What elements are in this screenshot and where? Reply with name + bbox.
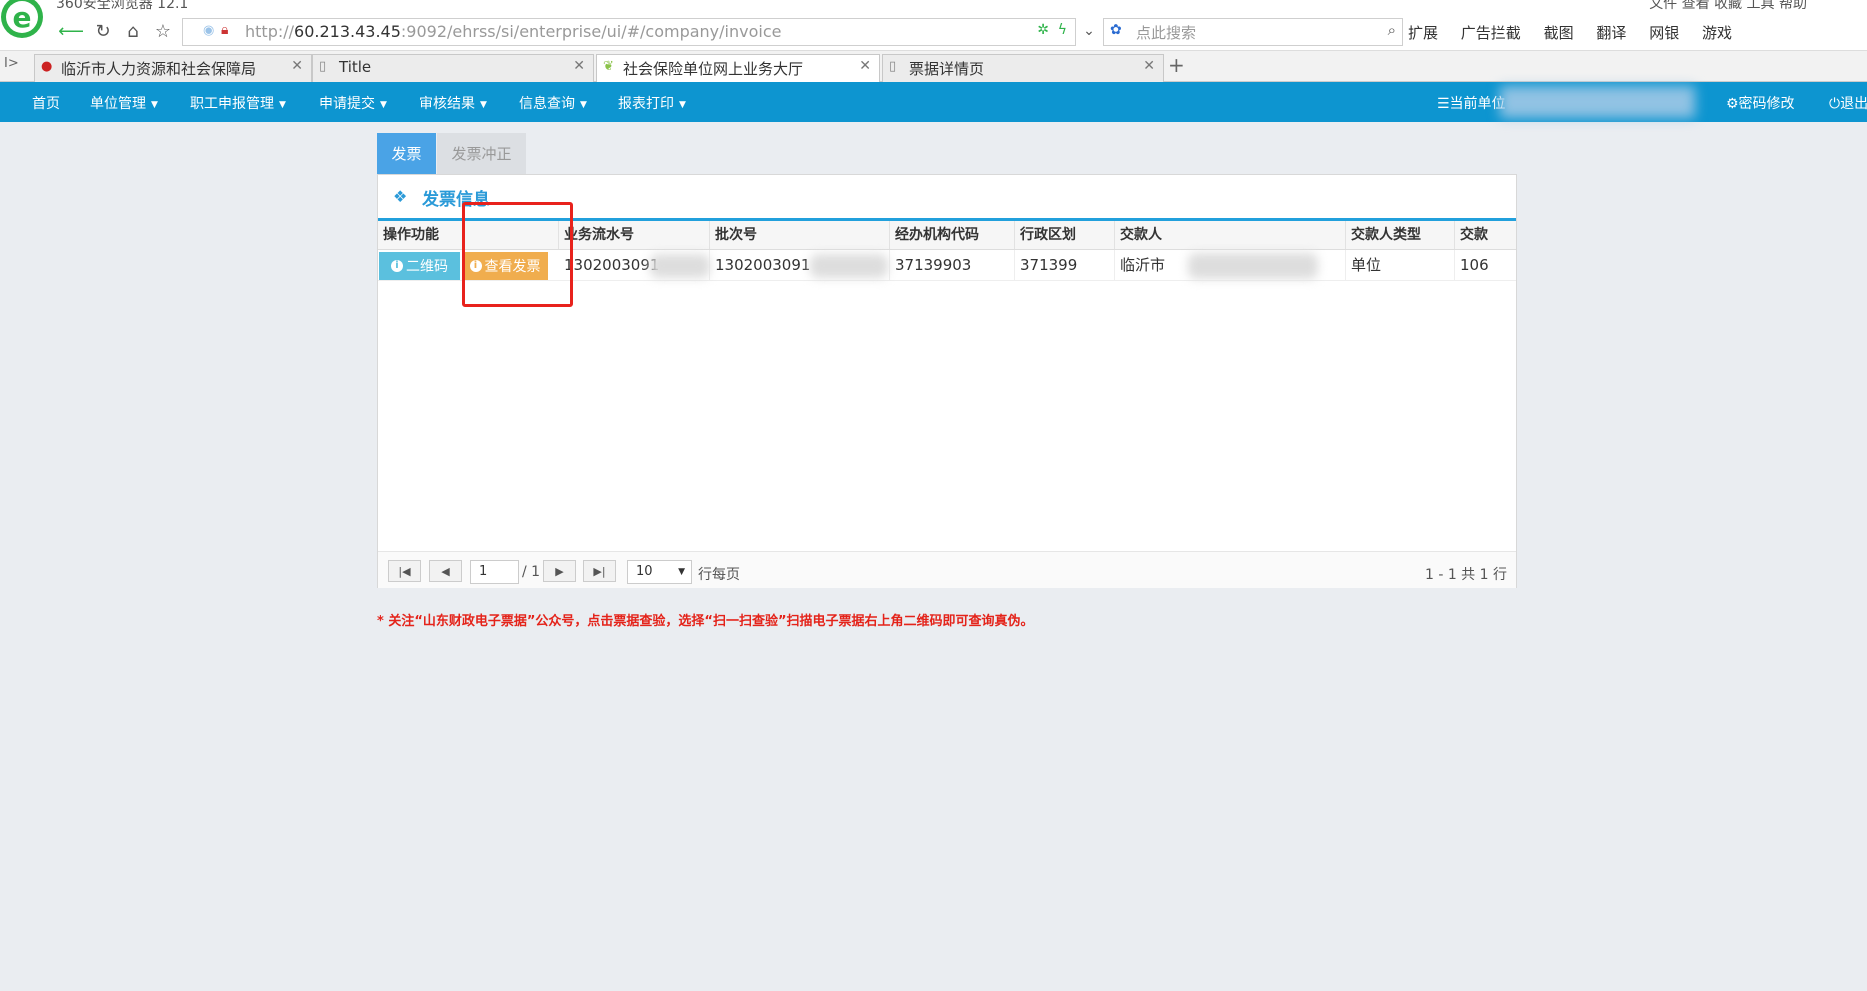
notice-text: * 关注“山东财政电子票据”公众号，点击票据查验，选择“扫一扫查验”扫描电子票据… xyxy=(377,614,1034,629)
browser-tab[interactable]: ▯ Title ✕ xyxy=(312,54,594,82)
nav-report-print[interactable]: 报表打印 ▼ xyxy=(618,93,686,113)
extension-item[interactable]: 扩展 xyxy=(1408,24,1438,42)
browser-tab[interactable]: ● 临沂市人力资源和社会保障局 ✕ xyxy=(34,54,312,82)
extension-item[interactable]: 翻译 xyxy=(1596,24,1626,42)
browser-tab-strip: I> ● 临沂市人力资源和社会保障局 ✕ ▯ Title ✕ ❦ 社会保险单位网… xyxy=(0,51,1867,83)
redacted-unit-name xyxy=(1500,86,1695,118)
caret-down-icon: ▼ xyxy=(151,100,158,110)
column-header[interactable]: 行政区划 xyxy=(1015,221,1115,249)
redacted-serial xyxy=(650,254,710,278)
search-icon[interactable]: ⌕ xyxy=(1388,21,1396,39)
column-header[interactable]: 经办机构代码 xyxy=(890,221,1015,249)
nav-info-query[interactable]: 信息查询 ▼ xyxy=(519,93,587,113)
close-tab-icon[interactable]: ✕ xyxy=(1143,58,1155,74)
logout-link[interactable]: ⏻退出 xyxy=(1829,93,1867,113)
browser-tab[interactable]: ▯ 票据详情页 ✕ xyxy=(882,54,1164,82)
redacted-batch xyxy=(810,254,888,278)
per-page-label: 行每页 xyxy=(698,567,740,583)
region-code-cell: 371399 xyxy=(1015,250,1115,280)
url-dropdown-icon[interactable]: ⌄ xyxy=(1076,18,1102,44)
browser-logo-icon: e xyxy=(0,0,46,42)
column-header[interactable]: 业务流水号 xyxy=(559,221,710,249)
extension-item[interactable]: 广告拦截 xyxy=(1461,24,1521,42)
browser-tab-active[interactable]: ❦ 社会保险单位网上业务大厅 ✕ xyxy=(596,54,880,83)
highlight-box xyxy=(462,202,573,307)
next-page-icon[interactable]: ▶ xyxy=(543,560,576,582)
extension-item[interactable]: 网银 xyxy=(1649,24,1679,42)
nav-employee-declaration[interactable]: 职工申报管理 ▼ xyxy=(190,93,286,113)
svg-text:e: e xyxy=(13,1,32,34)
search-box[interactable]: ✿ 点此搜索 ⌕ xyxy=(1103,18,1403,46)
url-input[interactable]: ◉ 🔒︎ http://60.213.43.45:9092/ehrss/si/e… xyxy=(182,18,1076,46)
nav-home[interactable]: 首页 xyxy=(32,93,60,113)
page-number-input[interactable]: 1 xyxy=(470,560,519,584)
caret-down-icon: ▼ xyxy=(580,100,587,110)
close-tab-icon[interactable]: ✕ xyxy=(573,58,585,74)
select-caret-icon: ▼ xyxy=(678,567,685,577)
speed-icon[interactable]: ✲ xyxy=(1037,22,1049,38)
pager: |◀ ◀ 1 / 1 ▶ ▶| 10 ▼ 行每页 1 - 1 共 1 行 xyxy=(378,551,1516,588)
close-tab-icon[interactable]: ✕ xyxy=(859,58,871,74)
nav-unit-management[interactable]: 单位管理 ▼ xyxy=(90,93,158,113)
caret-down-icon: ▼ xyxy=(279,100,286,110)
refresh-icon[interactable]: ↻ xyxy=(90,18,116,44)
tab-invoice-reversal[interactable]: 发票冲正 xyxy=(437,133,526,174)
tab-invoice[interactable]: 发票 xyxy=(377,133,436,174)
browser-titlebar: 360安全浏览器 12.1 文件 查看 收藏 工具 帮助 xyxy=(0,0,1867,12)
current-unit-label[interactable]: ☰当前单位 xyxy=(1437,93,1506,113)
page-icon: ▯ xyxy=(319,59,327,74)
info-icon: i xyxy=(391,260,403,272)
url-text: http://60.213.43.45:9092/ehrss/si/enterp… xyxy=(245,22,782,41)
pager-summary: 1 - 1 共 1 行 xyxy=(1424,567,1507,583)
first-page-icon[interactable]: |◀ xyxy=(388,560,421,582)
search-placeholder: 点此搜索 xyxy=(1136,24,1197,42)
column-header[interactable]: 交款 xyxy=(1455,221,1516,249)
close-tab-icon[interactable]: ✕ xyxy=(291,58,303,74)
change-password-link[interactable]: ⚙密码修改 xyxy=(1726,93,1795,113)
prev-page-icon[interactable]: ◀ xyxy=(429,560,462,582)
page-size-select[interactable]: 10 ▼ xyxy=(627,560,692,584)
payer-type-cell: 单位 xyxy=(1346,250,1455,280)
total-pages: / 1 xyxy=(522,564,541,580)
extension-toolbar: 扩展 广告拦截 截图 翻译 网银 游戏 xyxy=(1408,22,1750,43)
back-icon[interactable]: ⟵ xyxy=(58,18,84,44)
favorite-star-icon[interactable]: ☆ xyxy=(150,18,176,44)
extension-item[interactable]: 游戏 xyxy=(1702,24,1732,42)
caret-down-icon: ▼ xyxy=(380,100,387,110)
home-icon[interactable]: ⌂ xyxy=(120,18,146,44)
insecure-lock-icon: 🔒︎ xyxy=(221,22,229,38)
agency-code-cell: 37139903 xyxy=(890,250,1015,280)
caret-down-icon: ▼ xyxy=(480,100,487,110)
column-header[interactable]: 交款人 xyxy=(1115,221,1346,249)
new-tab-button[interactable]: + xyxy=(1168,53,1185,77)
qr-code-button[interactable]: i 二维码 xyxy=(379,252,460,280)
security-shield-icon: ◉ xyxy=(203,23,215,38)
lightning-icon[interactable]: ϟ xyxy=(1058,22,1067,38)
main-navbar: 首页 单位管理 ▼ 职工申报管理 ▼ 申请提交 ▼ 审核结果 ▼ 信息查询 ▼ 报表打印 ▼… xyxy=(0,82,1867,122)
nav-apply-submit[interactable]: 申请提交 ▼ xyxy=(319,93,387,113)
nav-review-results[interactable]: 审核结果 ▼ xyxy=(419,93,487,113)
extension-item[interactable]: 截图 xyxy=(1544,24,1574,42)
sidebar-toggle-icon[interactable]: I> xyxy=(4,56,19,71)
emblem-icon: ● xyxy=(41,59,53,74)
last-page-icon[interactable]: ▶| xyxy=(583,560,616,582)
baidu-paw-icon: ✿ xyxy=(1110,22,1122,38)
column-header[interactable]: 交款人类型 xyxy=(1346,221,1455,249)
diamond-icon: ❖ xyxy=(393,187,408,206)
amount-cell: 106 xyxy=(1460,256,1489,274)
leaf-icon: ❦ xyxy=(603,59,614,74)
redacted-payer xyxy=(1188,253,1318,279)
caret-down-icon: ▼ xyxy=(679,100,686,110)
column-header[interactable]: 批次号 xyxy=(710,221,890,249)
address-bar: ⟵ ↻ ⌂ ☆ ◉ 🔒︎ http://60.213.43.45:9092/eh… xyxy=(0,12,1867,51)
page-icon: ▯ xyxy=(889,59,897,74)
